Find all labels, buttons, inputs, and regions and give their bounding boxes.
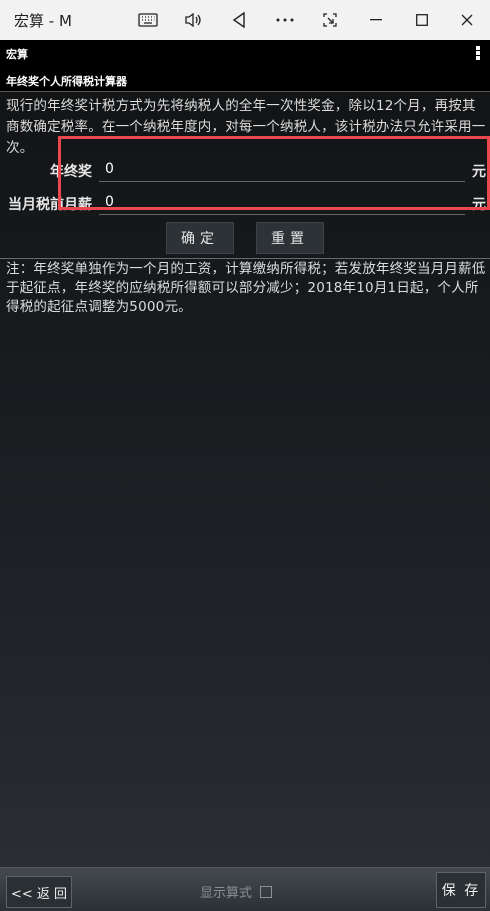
minimize-icon[interactable] [353, 0, 399, 40]
salary-input[interactable] [99, 189, 465, 215]
bottom-bar: << 返 回 显示算式 保 存 [0, 867, 490, 911]
bonus-input[interactable] [99, 156, 465, 182]
show-formula-label: 显示算式 [200, 886, 253, 901]
bonus-row: 年终奖 元 [0, 156, 490, 186]
salary-label: 当月税前月薪 [8, 197, 92, 213]
reset-button[interactable]: 重置 [256, 222, 324, 254]
back-triangle-icon[interactable] [216, 0, 262, 40]
show-formula-toggle[interactable]: 显示算式 [200, 882, 273, 901]
more-dots-icon[interactable] [262, 0, 308, 40]
back-button[interactable]: << 返 回 [6, 876, 72, 908]
snip-icon[interactable] [308, 0, 354, 40]
save-button[interactable]: 保 存 [436, 872, 486, 908]
intro-text: 现行的年终奖计税方式为先将纳税人的全年一次性奖金，除以12个月，再按其商数确定税… [6, 98, 486, 156]
app-header: 宏算 年终奖个人所得税计算器 [0, 40, 490, 92]
bonus-unit: 元 [472, 164, 486, 180]
confirm-button[interactable]: 确定 [166, 222, 234, 254]
show-formula-checkbox[interactable] [260, 885, 273, 898]
volume-icon[interactable] [171, 0, 217, 40]
keyboard-icon[interactable] [125, 0, 171, 40]
main-content: 现行的年终奖计税方式为先将纳税人的全年一次性奖金，除以12个月，再按其商数确定税… [0, 92, 490, 867]
window-title: 宏算 - M [14, 11, 72, 30]
window-titlebar: 宏算 - M [0, 0, 490, 40]
overflow-menu-icon[interactable] [474, 44, 482, 62]
bonus-label: 年终奖 [50, 164, 92, 180]
salary-unit: 元 [472, 197, 486, 213]
salary-row: 当月税前月薪 元 [0, 189, 490, 219]
page-title: 年终奖个人所得税计算器 [6, 75, 127, 88]
app-name: 宏算 [6, 48, 28, 61]
close-icon[interactable] [444, 0, 490, 40]
note-text: 注：年终奖单独作为一个月的工资，计算缴纳所得税；若发放年终奖当月月薪低于起征点，… [6, 261, 486, 315]
maximize-icon[interactable] [399, 0, 445, 40]
divider [0, 258, 490, 259]
